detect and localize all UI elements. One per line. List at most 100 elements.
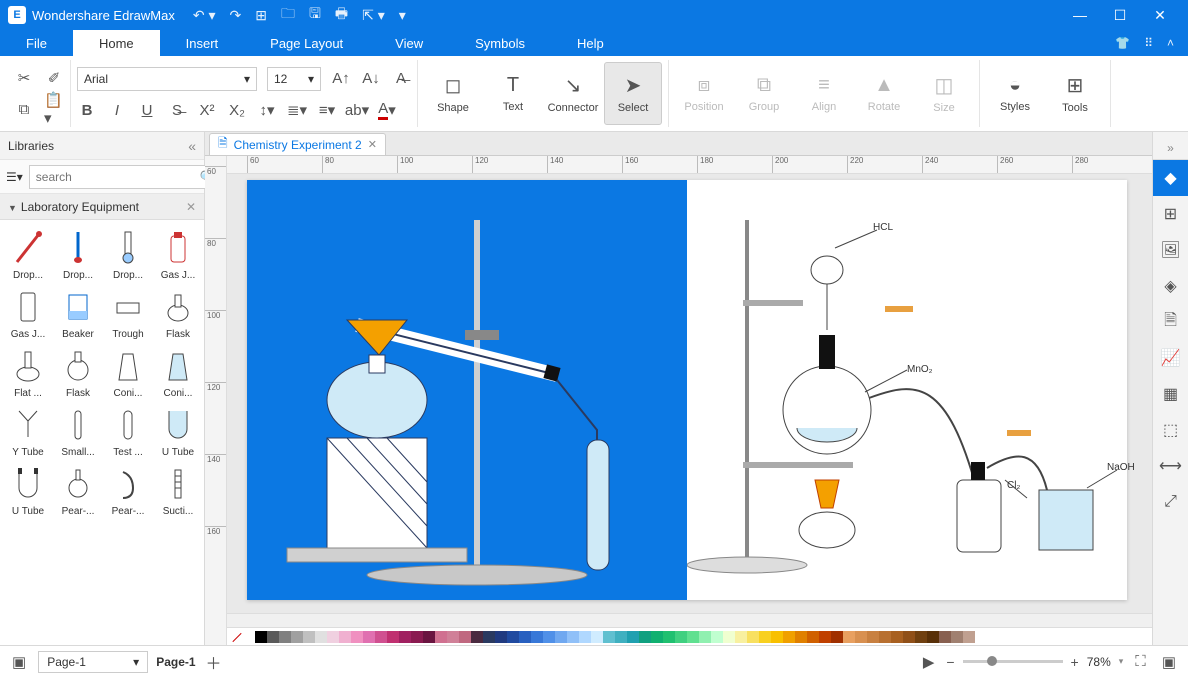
library-item[interactable]: Drop... [104,226,152,283]
library-item[interactable]: Gas J... [154,226,202,283]
color-swatch[interactable] [687,631,699,643]
color-swatch[interactable] [675,631,687,643]
connector-button[interactable]: ↘Connector [544,62,602,125]
theme-panel-icon[interactable]: ◆ [1153,160,1188,196]
color-swatch[interactable] [363,631,375,643]
color-swatch[interactable] [555,631,567,643]
library-item[interactable]: Flat ... [4,344,52,401]
strike-icon[interactable]: S̶ [167,100,187,120]
chart-panel-icon[interactable]: 📈 [1153,340,1188,376]
color-swatch[interactable] [579,631,591,643]
color-swatch[interactable] [879,631,891,643]
color-swatch[interactable] [387,631,399,643]
color-swatch[interactable] [711,631,723,643]
copy-icon[interactable]: ⧉ [14,99,34,119]
page-list-icon[interactable]: ▣ [8,653,30,671]
color-swatch[interactable] [843,631,855,643]
color-swatch[interactable] [411,631,423,643]
tools-button[interactable]: ⊞Tools [1046,62,1104,125]
color-swatch[interactable] [315,631,327,643]
layers-panel-icon[interactable]: ◈ [1153,268,1188,304]
undo-icon[interactable]: ↶ ▾ [193,7,216,24]
page-panel-icon[interactable]: 🗎 [1153,304,1188,340]
color-swatch[interactable] [771,631,783,643]
color-swatch[interactable] [339,631,351,643]
color-swatch[interactable] [915,631,927,643]
library-item[interactable]: Small... [54,403,102,460]
color-swatch[interactable] [483,631,495,643]
menu-home[interactable]: Home [73,30,160,56]
library-item[interactable]: Pear-... [54,462,102,519]
color-swatch[interactable] [291,631,303,643]
library-menu-icon[interactable]: ☰▾ [6,166,23,188]
position-button[interactable]: ⧈Position [675,62,733,125]
color-swatch[interactable] [963,631,975,643]
numbering-icon[interactable]: ≡▾ [317,100,337,120]
library-item[interactable]: Flask [54,344,102,401]
color-swatch[interactable] [567,631,579,643]
color-swatch[interactable] [819,631,831,643]
color-swatch[interactable] [831,631,843,643]
library-item[interactable]: Trough [104,285,152,342]
size-button[interactable]: ◫Size [915,62,973,125]
color-swatch[interactable] [795,631,807,643]
zoom-slider[interactable] [963,660,1063,663]
color-swatch[interactable] [435,631,447,643]
color-swatch[interactable] [423,631,435,643]
library-item[interactable]: Gas J... [4,285,52,342]
color-swatch[interactable] [615,631,627,643]
menu-insert[interactable]: Insert [160,30,245,56]
color-swatch[interactable] [639,631,651,643]
color-swatch[interactable] [267,631,279,643]
rotate-button[interactable]: ▲Rotate [855,62,913,125]
add-page-button[interactable]: ＋ [204,652,224,672]
bullets-icon[interactable]: ≣▾ [287,100,307,120]
collapse-ribbon-icon[interactable]: ˄ [1167,36,1174,50]
color-swatch[interactable] [747,631,759,643]
color-swatch[interactable] [459,631,471,643]
new-icon[interactable]: ⊞ [255,7,267,24]
color-swatch[interactable] [399,631,411,643]
library-item[interactable]: Pear-... [104,462,152,519]
color-swatch[interactable] [327,631,339,643]
document-tab[interactable]: 🗎 Chemistry Experiment 2 ✕ [209,133,386,155]
font-size-select[interactable]: 12▾ [267,67,321,91]
color-swatch[interactable] [303,631,315,643]
library-item[interactable]: Beaker [54,285,102,342]
color-swatch[interactable] [543,631,555,643]
color-swatch[interactable] [903,631,915,643]
grid-panel-icon[interactable]: ⊞ [1153,196,1188,232]
menu-file[interactable]: File [0,30,73,56]
apps-icon[interactable]: ⠿ [1144,36,1153,50]
color-swatch[interactable] [603,631,615,643]
color-swatch[interactable] [507,631,519,643]
library-item[interactable]: U Tube [4,462,52,519]
fullscreen-panel-icon[interactable]: ⤢ [1153,484,1188,520]
collapse-right-icon[interactable]: » [1153,136,1188,160]
qat-more-icon[interactable]: ▾ [399,7,406,24]
text-direction-icon[interactable]: ab▾ [347,100,367,120]
color-swatch[interactable] [519,631,531,643]
color-swatch[interactable] [867,631,879,643]
library-search-input[interactable] [29,165,218,189]
color-swatch[interactable] [351,631,363,643]
zoom-in-button[interactable]: + [1071,654,1079,670]
color-swatch[interactable] [699,631,711,643]
decrease-font-icon[interactable]: A↓ [361,69,381,89]
fit-page-icon[interactable]: ⛶ [1131,653,1150,670]
menu-symbols[interactable]: Symbols [449,30,551,56]
color-swatch[interactable] [255,631,267,643]
color-swatch[interactable] [375,631,387,643]
library-item[interactable]: Test ... [104,403,152,460]
styles-button[interactable]: ◒Styles [986,62,1044,125]
export-icon[interactable]: ⇱ ▾ [362,7,385,24]
library-item[interactable]: U Tube [154,403,202,460]
color-swatch[interactable] [495,631,507,643]
color-swatch[interactable] [783,631,795,643]
color-swatch[interactable] [663,631,675,643]
library-item[interactable]: Coni... [104,344,152,401]
canvas[interactable]: HCL MnO₂ NaOH Cl₂ [227,174,1152,613]
color-swatch[interactable] [891,631,903,643]
color-swatch[interactable] [855,631,867,643]
library-item[interactable]: Coni... [154,344,202,401]
